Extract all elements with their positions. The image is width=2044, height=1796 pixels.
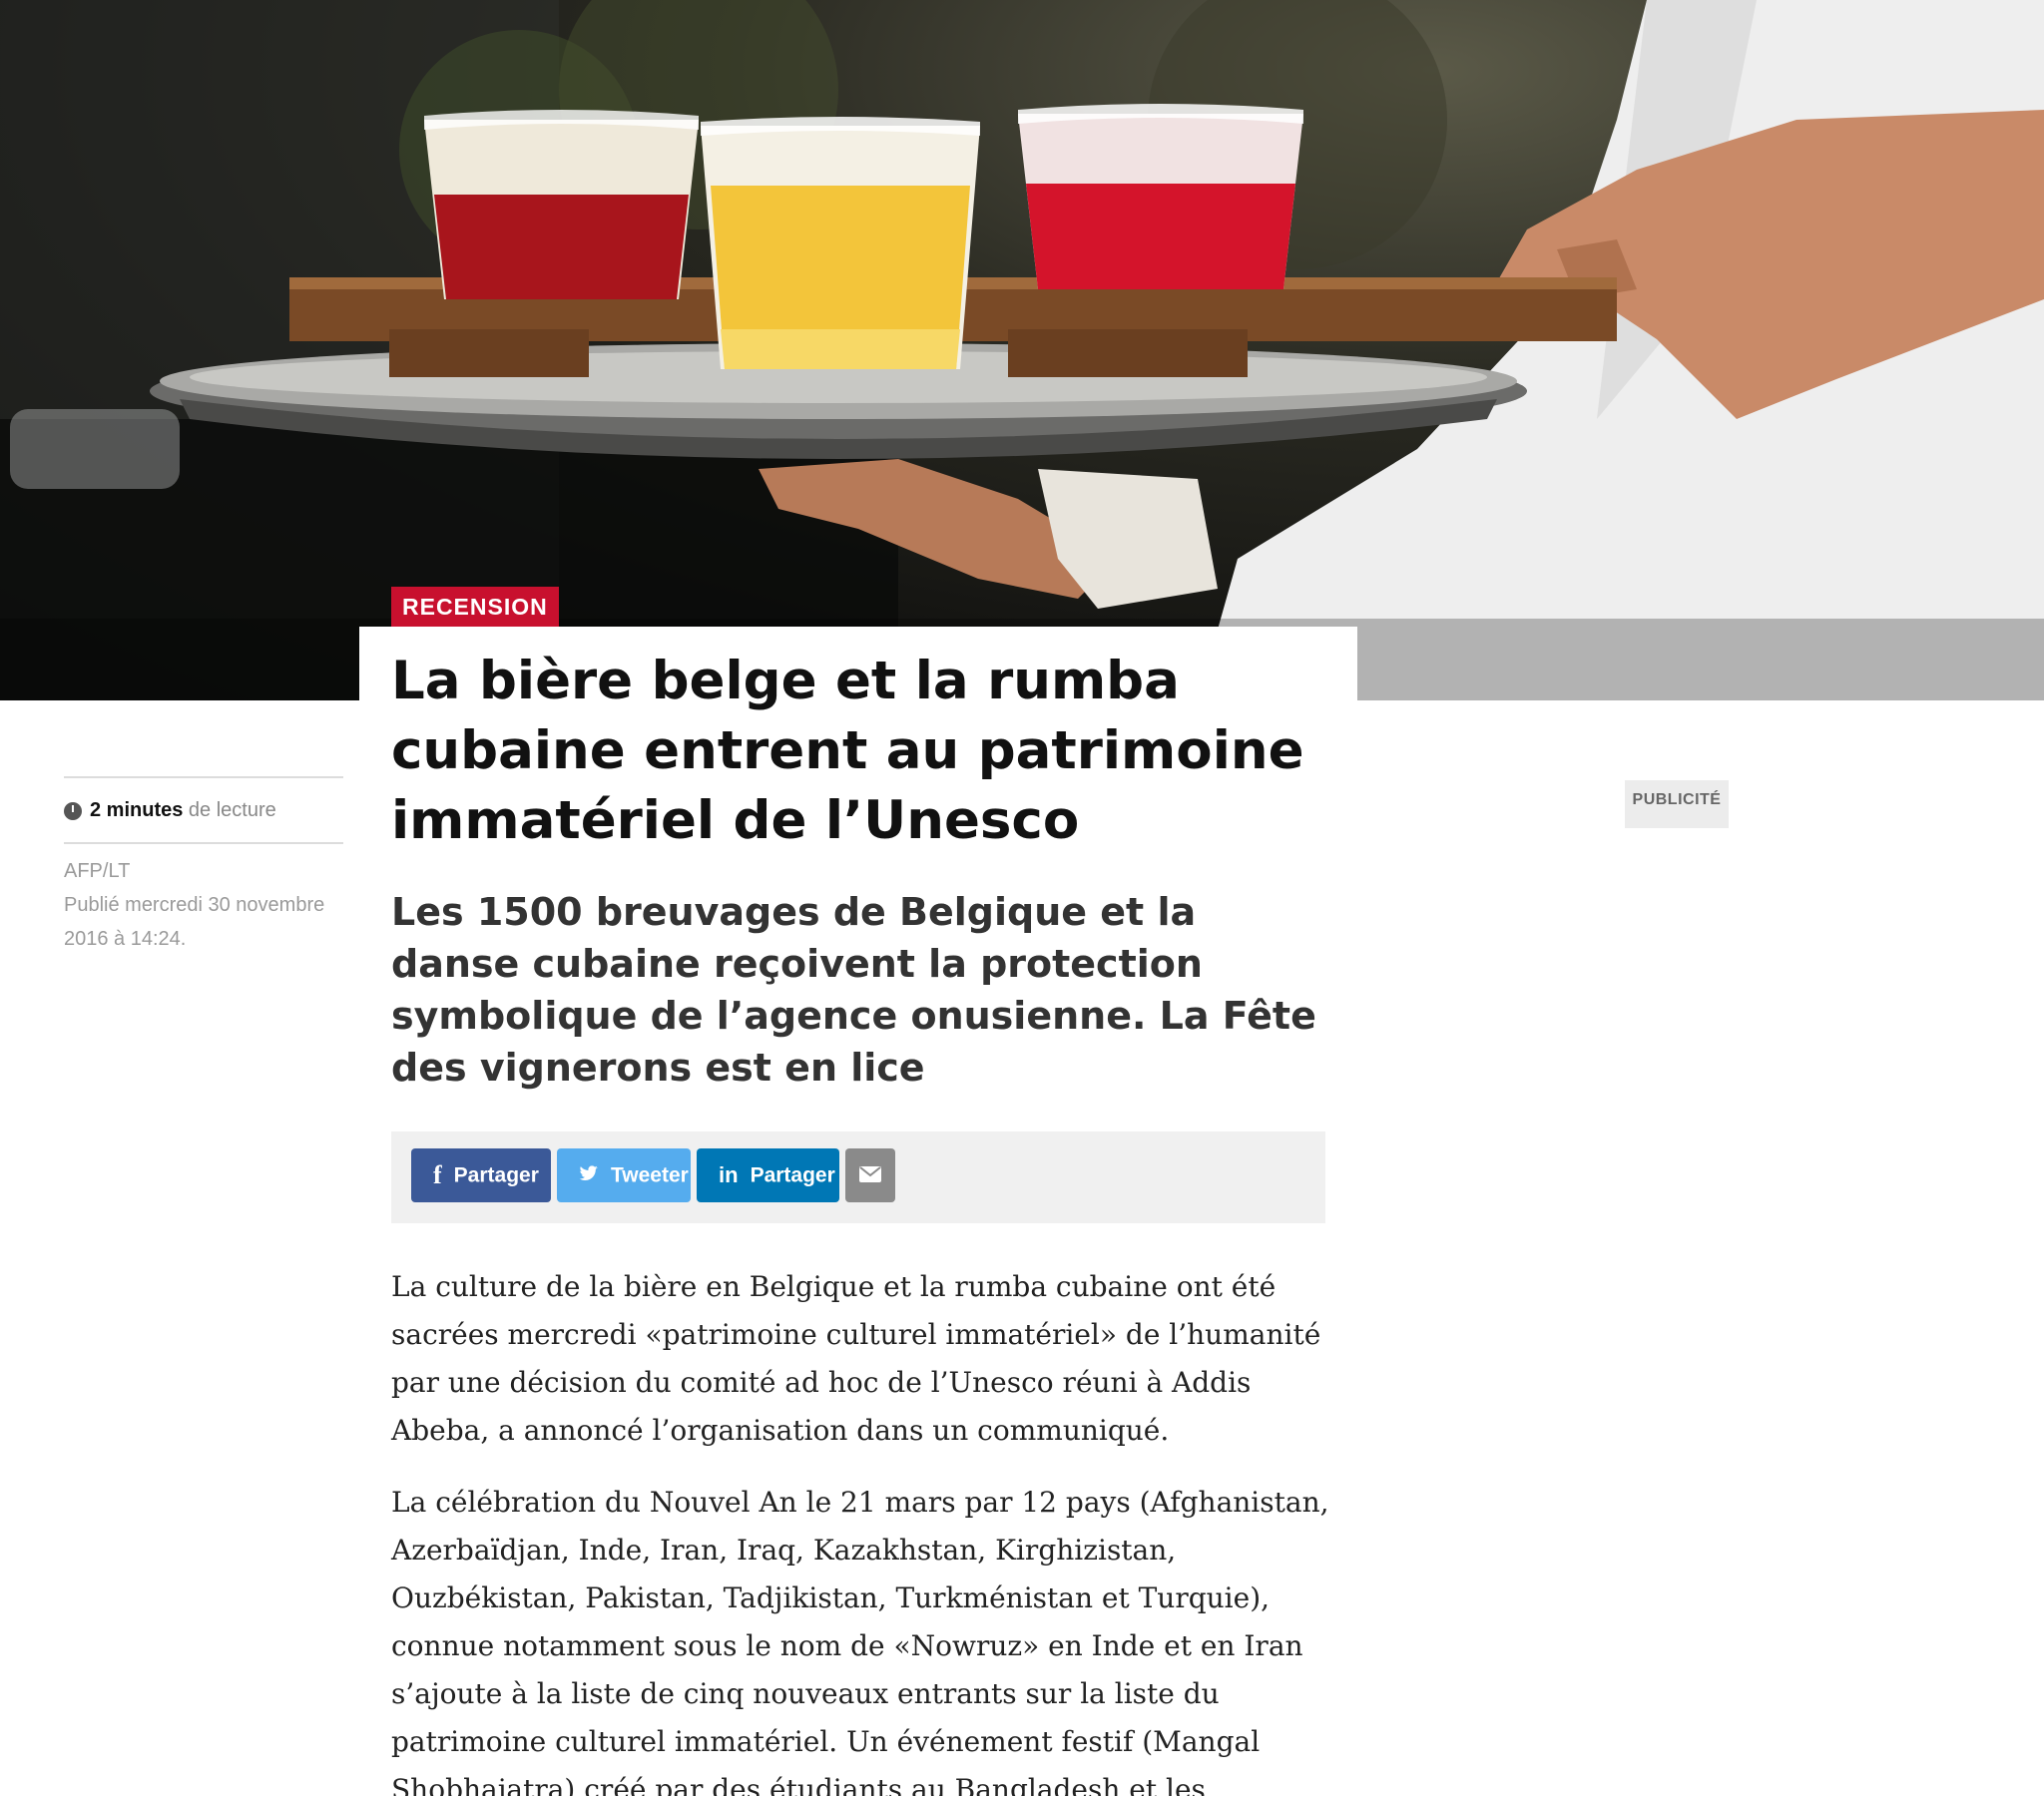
linkedin-share-button[interactable]: in Partager <box>697 1148 839 1202</box>
author: AFP/LT <box>64 860 131 882</box>
ad-label: PUBLICITÉ <box>1625 780 1729 828</box>
share-bar: f Partager Tweeter in Partager <box>391 1131 1325 1223</box>
email-share-button[interactable] <box>845 1148 895 1202</box>
reading-minutes: 2 minutes <box>90 799 184 821</box>
published-date: Publié mercredi 30 novembre 2016 à 14:24… <box>64 894 325 950</box>
hero-image <box>0 0 2044 700</box>
twitter-icon <box>579 1148 599 1202</box>
article-meta: 2 minutes de lecture AFP/LT Publié mercr… <box>64 776 343 956</box>
envelope-icon <box>845 1148 895 1202</box>
linkedin-share-label: Partager <box>750 1163 835 1187</box>
paragraph: La célébration du Nouvel An le 21 mars p… <box>391 1486 1329 1796</box>
article-lead: Les 1500 breuvages de Belgique et la dan… <box>391 890 1316 1090</box>
facebook-share-button[interactable]: f Partager <box>411 1148 551 1202</box>
facebook-icon: f <box>433 1160 442 1190</box>
twitter-share-button[interactable]: Tweeter <box>557 1148 691 1202</box>
divider <box>64 842 343 844</box>
article-title: La bière belge et la rumba cubaine entre… <box>391 651 1304 851</box>
clock-icon <box>64 801 82 820</box>
paragraph: La culture de la bière en Belgique et la… <box>391 1270 1321 1447</box>
category-badge[interactable]: RECENSION <box>391 587 559 627</box>
article-body: La culture de la bière en Belgique et la… <box>391 1263 1335 1796</box>
twitter-share-label: Tweeter <box>611 1163 689 1187</box>
linkedin-icon: in <box>719 1162 739 1188</box>
beer-tray-photo <box>0 0 2044 700</box>
reading-suffix: de lecture <box>183 799 276 821</box>
reading-time: 2 minutes de lecture <box>64 778 343 842</box>
facebook-share-label: Partager <box>453 1163 539 1187</box>
